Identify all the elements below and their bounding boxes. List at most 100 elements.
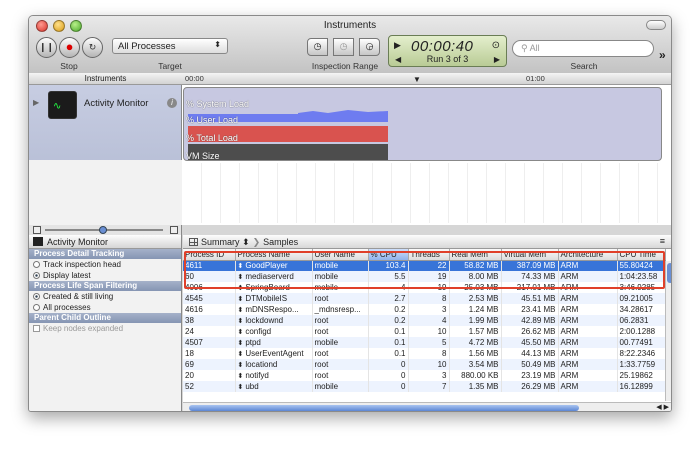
table-row[interactable]: 18 ⬍ UserEventAgent root 0.1 8 1.56 MB 44.13 M… [183,348,666,359]
restart-button[interactable]: ↻ [82,37,103,58]
time-ruler[interactable]: Instruments 00:00 ▼ 01:00 [29,73,671,85]
table-cell: root [312,326,369,337]
table-cell: 0 [368,381,409,392]
table-cell: mobile [312,381,369,392]
horizontal-scrollbar[interactable]: ◀ ▶ [183,402,671,411]
process-name: mDNSRespo... [245,305,299,314]
table-cell: 0.1 [368,337,409,348]
table-cell: 4 [408,315,450,326]
table-cell: 26.29 MB [501,381,559,392]
ruler-tick-1: 01:00 [526,74,545,83]
target-select[interactable]: All Processes ⬍ [112,38,228,54]
table-cell: 69 [183,359,236,370]
disclosure-triangle-icon[interactable]: ▶ [33,98,39,107]
table-cell: 7 [408,381,450,392]
process-name: notifyd [245,371,269,380]
breadcrumb-samples[interactable]: Samples [263,237,298,247]
sidebar-title: Activity Monitor [47,237,109,247]
detail-pane: Summary ⬍ ❯ Samples ≡ Process ID Process Na… [183,235,671,411]
target-select-value: All Processes [118,41,176,52]
table-row[interactable]: 4507 ⬍ ptpd mobile 0.1 5 4.72 MB 45.50 MB ARM 00… [183,337,666,348]
table-cell: 25.19862 [617,370,666,381]
table-row[interactable]: 38 ⬍ lockdownd root 0.2 4 1.99 MB 42.89 MB ARM 0… [183,315,666,326]
option-label: Track inspection head [43,260,121,269]
inspection-start-button[interactable]: ◷ [307,38,328,56]
table-cell: 1.57 MB [449,326,502,337]
zoom-out-icon[interactable] [33,226,41,234]
process-name: configd [245,327,272,336]
activity-monitor-small-icon [33,237,43,246]
vertical-scrollbar[interactable] [665,261,671,401]
option-keep-nodes-expanded[interactable]: Keep nodes expanded [29,323,181,334]
playhead-marker-icon[interactable]: ▼ [413,75,421,84]
inspection-range-label: Inspection Range [311,61,379,71]
table-row[interactable]: 24 ⬍ configd root 0.1 10 1.57 MB 26.62 MB ARM 2:… [183,326,666,337]
table-cell: 2.7 [368,293,409,304]
scroll-arrows-icon[interactable]: ◀ ▶ [656,403,669,411]
highlight-box [184,251,665,289]
option-label: Display latest [43,271,91,280]
view-selector[interactable]: Summary [201,237,240,247]
next-run-button[interactable]: ▶ [494,55,500,64]
table-row[interactable]: 4616 ⬍ mDNSRespo... _mdnsresp... 0.2 3 1.24 M… [183,304,666,315]
table-cell: 2:00.1288 [617,326,666,337]
table-cell: 16.12899 [617,381,666,392]
table-cell: ⬍ mDNSRespo... [235,304,313,315]
toolbar-overflow-chevron-icon[interactable]: » [659,48,666,62]
inspection-end-button[interactable]: ◶ [359,38,380,56]
table-cell: 0 [368,370,409,381]
track-label-vm-size: VM Size [186,151,220,161]
track-zoom-slider[interactable] [29,225,182,235]
table-cell: ARM [558,315,618,326]
option-track-inspection-head[interactable]: Track inspection head [29,259,181,270]
horizontal-scroll-thumb[interactable] [189,405,579,411]
table-cell: 4.72 MB [449,337,502,348]
table-cell: 1.35 MB [449,381,502,392]
table-cell: 09.21005 [617,293,666,304]
track-list-empty [29,160,182,225]
toolbar-toggle-button[interactable] [646,20,666,30]
table-cell: 1.99 MB [449,315,502,326]
pause-button[interactable]: ❙❙ [36,37,57,58]
table-cell: 8 [408,348,450,359]
vertical-scroll-thumb[interactable] [667,263,671,283]
table-cell: 3 [408,304,450,315]
table-row[interactable]: 69 ⬍ locationd root 0 10 3.54 MB 50.49 MB ARM 1:… [183,359,666,370]
option-all-processes[interactable]: All processes [29,302,181,313]
activity-graph[interactable]: % System Load % User Load % Total Load V… [183,87,662,161]
record-stop-button[interactable]: ● [59,37,80,58]
updown-arrows-icon: ⬍ [242,237,250,247]
zoom-in-icon[interactable] [170,226,178,234]
radio-icon [33,261,40,268]
inspection-clear-button[interactable]: ◷ [333,38,354,56]
table-cell: 4507 [183,337,236,348]
table-cell: ARM [558,348,618,359]
table-cell: ARM [558,359,618,370]
table-cell: 52 [183,381,236,392]
search-field[interactable]: ⚲ All [512,40,654,57]
table-row[interactable]: 52 ⬍ ubd mobile 0 7 1.35 MB 26.29 MB ARM 16.1289… [183,381,666,392]
info-icon[interactable]: i [167,98,177,108]
option-label: All processes [43,303,91,312]
table-cell: ⬍ UserEventAgent [235,348,313,359]
option-display-latest[interactable]: Display latest [29,270,181,281]
table-cell: root [312,293,369,304]
option-label: Keep nodes expanded [43,324,124,333]
table-cell: ARM [558,326,618,337]
slider-knob[interactable] [99,226,107,234]
table-cell: 0.1 [368,326,409,337]
window-title: Instruments [323,20,377,31]
list-options-icon[interactable]: ≡ [660,236,665,246]
search-icon: ⚲ [521,43,528,53]
table-row[interactable]: 4545 ⬍ DTMobileIS root 2.7 8 2.53 MB 45.51 MB A… [183,293,666,304]
instrument-row[interactable]: ▶ ∿ Activity Monitor i [29,85,182,225]
process-name: ptpd [245,338,261,347]
sidebar-header: Activity Monitor [29,235,181,249]
table-cell: 4545 [183,293,236,304]
updown-arrows-icon: ⬍ [214,40,221,49]
table-cell: 20 [183,370,236,381]
clock-start-icon: ◷ [313,41,322,51]
option-created-still-living[interactable]: Created & still living [29,291,181,302]
table-row[interactable]: 20 ⬍ notifyd root 0 3 880.00 KB 23.19 MB ARM 25.… [183,370,666,381]
table-cell: ⬍ ubd [235,381,313,392]
